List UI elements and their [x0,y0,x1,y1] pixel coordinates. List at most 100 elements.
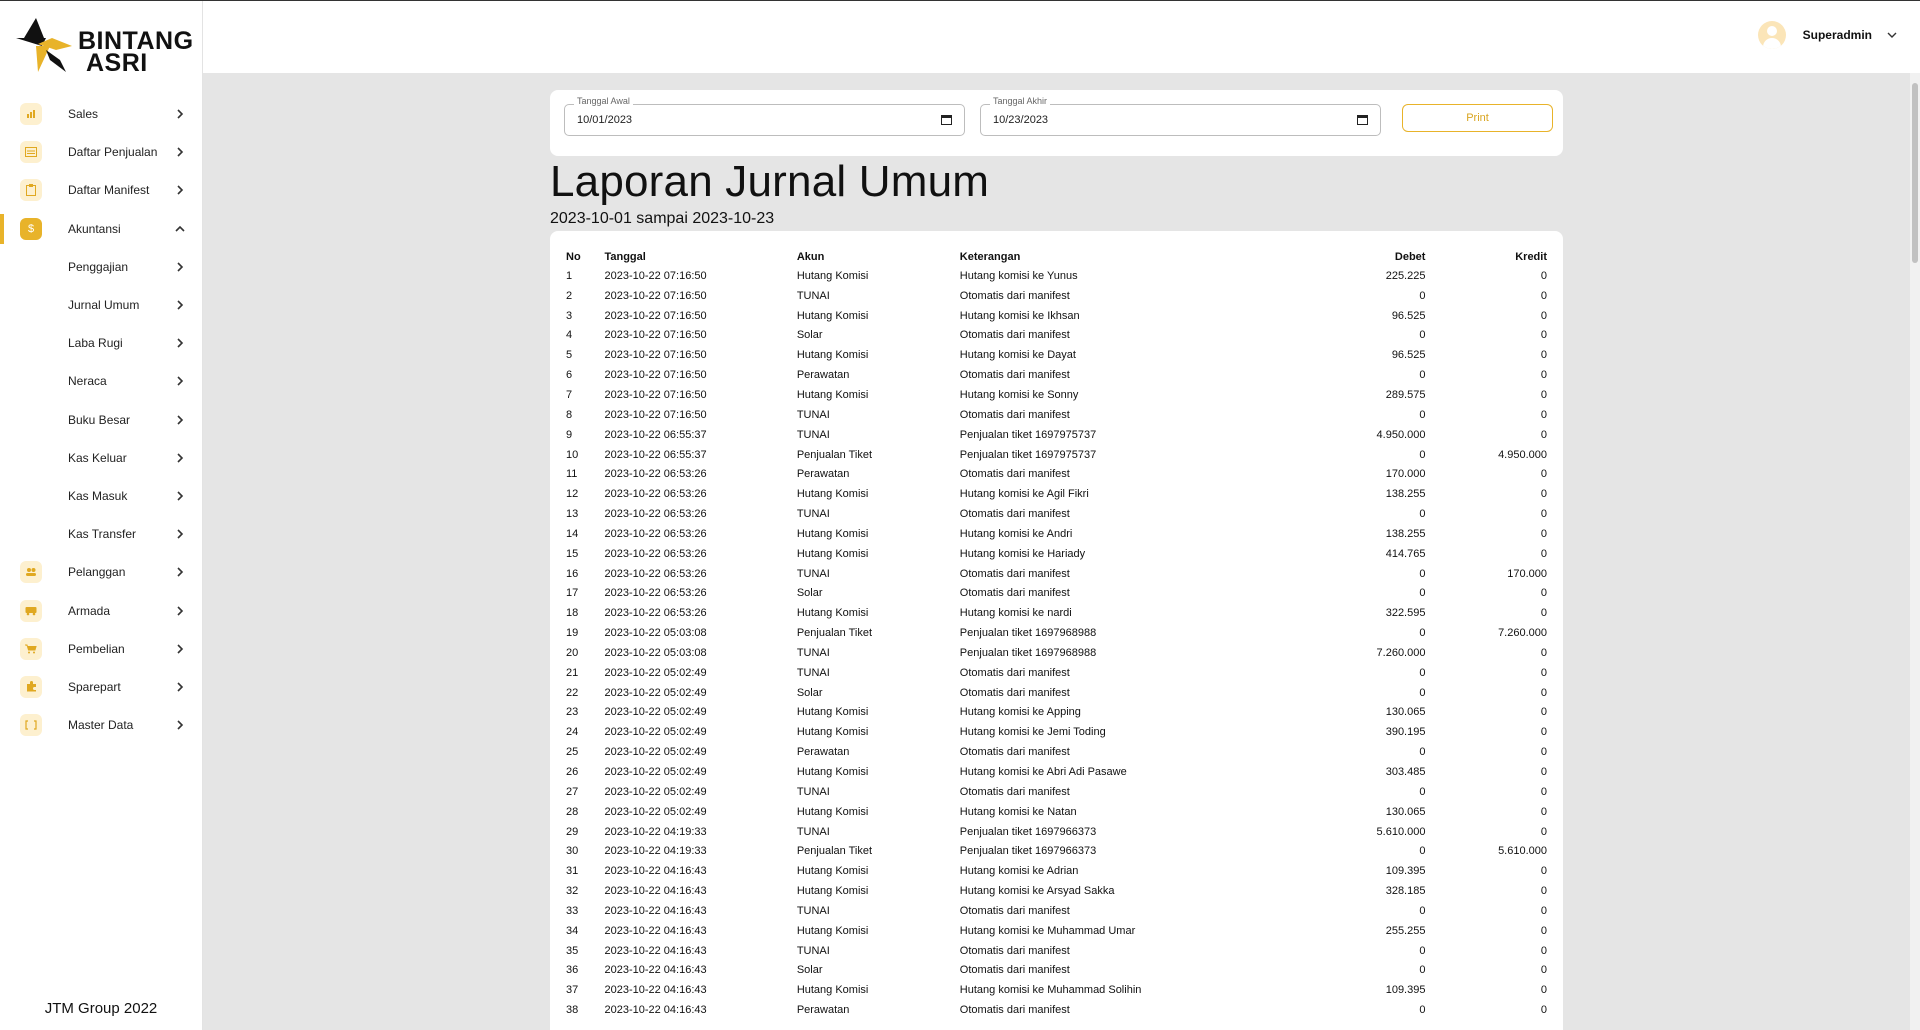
cell-keterangan: Otomatis dari manifest [959,944,1070,957]
cell-debet: 0 [1419,1004,1426,1017]
cell-debet: 0 [1419,369,1426,382]
cell-debet: 0 [1419,448,1426,461]
cell-tanggal: 2023-10-22 06:53:26 [604,587,707,600]
sidebar-item-daftar-penjualan[interactable]: Daftar Penjualan [0,133,202,171]
cell-tanggal: 2023-10-22 07:16:50 [604,309,707,322]
brand-line-2: ASRI [86,49,148,77]
end-date-value[interactable]: 10/23/2023 [993,114,1048,126]
cell-debet: 130.065 [1385,706,1426,719]
cell-debet: 0 [1419,746,1426,759]
sidebar-subitem-kas-transfer[interactable]: Kas Transfer [0,515,202,553]
sidebar-item-armada[interactable]: Armada [0,591,202,629]
cell-akun: TUNAI [796,785,830,798]
sidebar-item-label: Daftar Manifest [68,183,150,198]
table-row: 38 2023-10-22 04:16:43 Perawatan Otomatis d… [566,1000,1547,1020]
puzzle-icon [20,675,42,698]
avatar [1757,21,1786,49]
cell-akun: Hutang Komisi [796,607,869,620]
cell-tanggal: 2023-10-22 05:03:08 [604,627,707,640]
brand-logo[interactable]: BINTANG ASRI [16,16,193,77]
chevron-right-icon [177,415,184,425]
cell-akun: Hutang Komisi [796,726,869,739]
cell-no: 8 [566,408,573,421]
cell-no: 3 [566,309,573,322]
chevron-right-icon [177,529,184,539]
cell-no: 13 [566,508,579,521]
table-row: 11 2023-10-22 06:53:26 Perawatan Otomatis d… [566,464,1547,484]
table-row: 24 2023-10-22 05:02:49 Hutang Komisi Hutang… [566,722,1547,742]
cell-no: 9 [566,428,573,441]
cell-tanggal: 2023-10-22 06:53:26 [604,508,707,521]
sidebar-subitem-jurnal-umum[interactable]: Jurnal Umum [0,286,202,324]
cell-kredit: 0 [1540,885,1547,898]
cell-keterangan: Otomatis dari manifest [959,1004,1070,1017]
sidebar-subitem-kas-keluar[interactable]: Kas Keluar [0,439,202,477]
chevron-right-icon [177,605,184,616]
cell-kredit: 0 [1540,706,1547,719]
sidebar-item-pembelian[interactable]: Pembelian [0,630,202,668]
sidebar-subitem-neraca[interactable]: Neraca [0,362,202,400]
sidebar-item-sparepart[interactable]: Sparepart [0,668,202,706]
cell-no: 25 [566,746,579,759]
start-date-field[interactable]: Tanggal Awal 10/01/2023 [564,96,965,136]
cell-keterangan: Otomatis dari manifest [959,666,1070,679]
table-row: 32 2023-10-22 04:16:43 Hutang Komisi Hutang… [566,881,1547,901]
chevron-right-icon [177,262,184,272]
cell-no: 15 [566,547,579,560]
cell-keterangan: Otomatis dari manifest [959,468,1070,481]
cell-akun: Perawatan [796,468,850,481]
cell-debet: 225.225 [1385,269,1426,282]
cell-kredit: 0 [1540,587,1547,600]
sidebar-item-sales[interactable]: Sales [0,95,202,133]
table-row: 31 2023-10-22 04:16:43 Hutang Komisi Hutang… [566,861,1547,881]
cell-kredit: 0 [1540,309,1547,322]
dollar-icon: $ [20,217,42,240]
sidebar-subitem-label: Buku Besar [68,412,131,427]
calendar-icon[interactable] [1357,114,1368,125]
cell-no: 18 [566,607,579,620]
page-title: Laporan Jurnal Umum [550,157,990,206]
sidebar-subitem-laba-rugi[interactable]: Laba Rugi [0,324,202,362]
cell-debet: 130.065 [1385,805,1426,818]
table-row: 29 2023-10-22 04:19:33 TUNAI Penjualan tike… [566,822,1547,842]
table-row: 1 2023-10-22 07:16:50 Hutang Komisi Hutang … [566,266,1547,286]
sidebar-subitem-buku-besar[interactable]: Buku Besar [0,401,202,439]
cell-no: 11 [566,468,578,481]
scrollbar-thumb[interactable] [1912,83,1918,263]
cell-tanggal: 2023-10-22 04:16:43 [604,944,707,957]
sidebar-subitem-penggajian[interactable]: Penggajian [0,248,202,286]
cell-akun: Penjualan Tiket [796,845,873,858]
cell-no: 12 [566,488,579,501]
cell-debet: 109.395 [1385,865,1426,878]
cell-kredit: 0 [1540,766,1547,779]
cell-tanggal: 2023-10-22 06:53:26 [604,488,707,501]
cell-tanggal: 2023-10-22 06:53:26 [604,547,707,560]
journal-table-card: No Tanggal Akun Keterangan Debet Kredit … [550,231,1563,1030]
cell-no: 37 [566,984,579,997]
sidebar-subitem-kas-masuk[interactable]: Kas Masuk [0,477,202,515]
list-icon [20,141,42,164]
end-date-field[interactable]: Tanggal Akhir 10/23/2023 [980,96,1381,136]
page-scrollbar[interactable] [1910,73,1920,1030]
print-button[interactable]: Print [1402,104,1553,132]
sidebar-item-pelanggan[interactable]: Pelanggan [0,553,202,591]
cell-kredit: 0 [1540,1004,1547,1017]
chevron-right-icon [177,338,184,348]
cell-keterangan: Hutang komisi ke Sonny [959,388,1079,401]
cell-keterangan: Penjualan tiket 1697966373 [959,825,1097,838]
sidebar-item-akuntansi[interactable]: $ Akuntansi [0,210,202,248]
sidebar-item-master-data[interactable]: Master Data [0,706,202,744]
table-row: 2 2023-10-22 07:16:50 TUNAI Otomatis dari m… [566,286,1547,306]
cell-akun: TUNAI [796,428,830,441]
calendar-icon[interactable] [941,114,952,125]
cell-keterangan: Penjualan tiket 1697975737 [959,448,1097,461]
user-menu[interactable]: Superadmin [1757,21,1898,49]
start-date-value[interactable]: 10/01/2023 [577,114,632,126]
cell-debet: 0 [1419,508,1426,521]
cell-keterangan: Hutang komisi ke Abri Adi Pasawe [959,766,1127,779]
cell-debet: 0 [1419,587,1426,600]
sidebar-item-daftar-manifest[interactable]: Daftar Manifest [0,171,202,209]
cell-kredit: 0 [1540,468,1547,481]
cell-tanggal: 2023-10-22 04:16:43 [604,924,707,937]
cell-kredit: 0 [1540,984,1547,997]
